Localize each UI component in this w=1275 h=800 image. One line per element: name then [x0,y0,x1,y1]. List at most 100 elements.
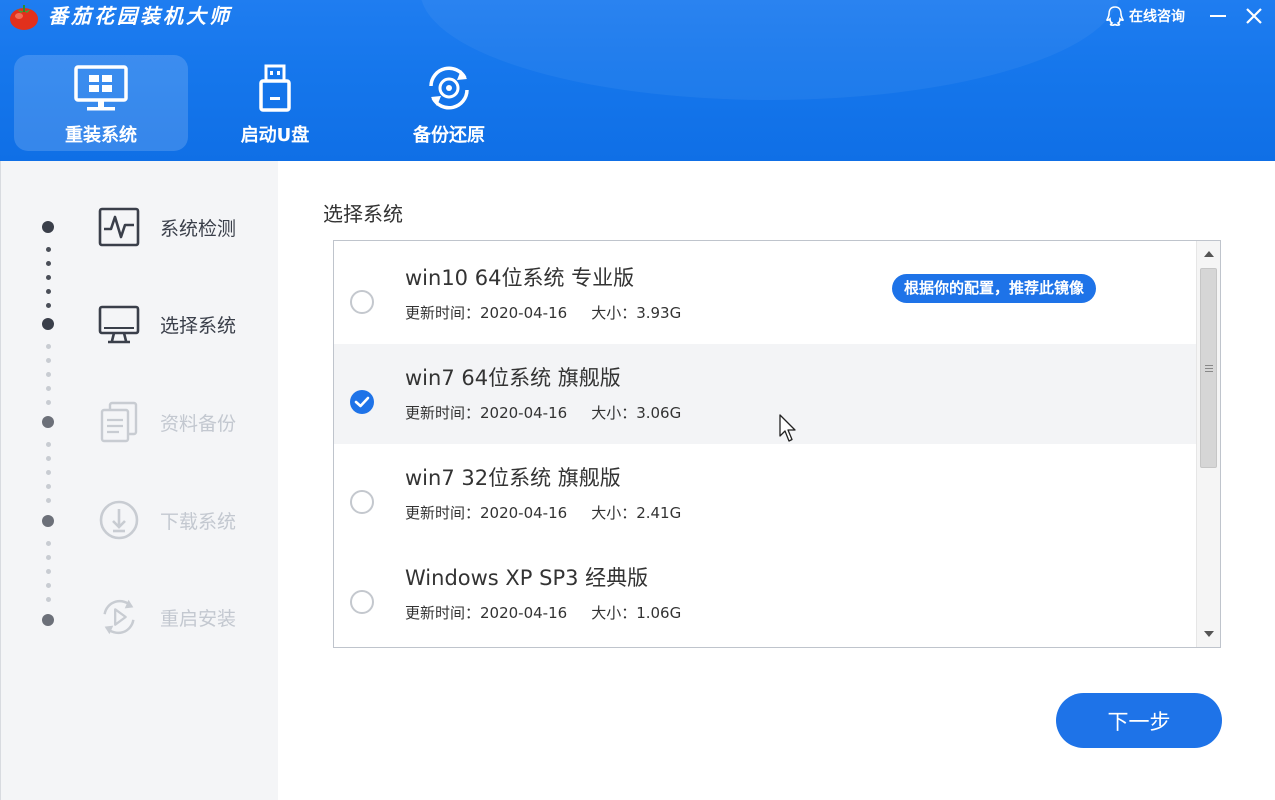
system-meta: 更新时间：2020-04-16 大小：3.06G [405,402,681,423]
system-meta: 更新时间：2020-04-16 大小：1.06G [405,602,681,623]
close-icon [1246,8,1262,24]
image-size: 大小：3.06G [591,404,682,422]
restart-icon [103,599,135,635]
timeline-dot [46,583,51,588]
timeline-dot [46,541,51,546]
step-data-backup: 资料备份 [97,397,236,447]
step-dot [42,614,54,626]
timeline-dot [46,484,51,489]
tomato-logo-icon [10,5,38,30]
image-size: 大小：1.06G [591,604,682,622]
window-controls: 在线咨询 [1105,0,1275,32]
scroll-up-button[interactable] [1197,243,1220,265]
thumb-grip [1205,365,1213,366]
timeline-dot [46,470,51,475]
pulse-monitor-icon [98,207,140,247]
tab-usb-boot[interactable]: 启动U盘 [188,55,362,151]
tab-reinstall-system[interactable]: 重装系统 [14,55,188,151]
system-item-winxp-sp3[interactable]: Windows XP SP3 经典版 更新时间：2020-04-16 大小：1.… [334,544,1196,644]
thumb-grip [1205,368,1213,369]
app-title: 番茄花园装机大师 [48,4,232,28]
timeline-dot [46,400,51,405]
section-title: 选择系统 [323,202,403,226]
radio-unchecked[interactable] [350,590,374,614]
timeline-dot [46,303,51,308]
next-step-button[interactable]: 下一步 [1056,693,1222,748]
monitor-icon [74,65,128,111]
timeline-dot [46,275,51,280]
step-restart-install: 重启安装 [97,592,236,642]
step-data-backup-label: 资料备份 [160,412,237,435]
steps-sidebar: 系统检测 选择系统 资料备份 下载系统 重启安装 [0,161,278,800]
recommended-badge: 根据你的配置，推荐此镜像 [892,274,1097,303]
timeline-dot [46,289,51,294]
qq-penguin-icon [1105,6,1125,27]
tab-backup-restore-label: 备份还原 [413,125,485,146]
radio-unchecked[interactable] [350,490,374,514]
title-bar: 番茄花园装机大师 在线咨询 重装系统 启动U盘 备份还原 [0,0,1275,161]
update-time: 更新时间：2020-04-16 [405,604,568,622]
arrow-down-icon [1204,631,1214,637]
list-scrollbar[interactable] [1196,241,1220,647]
update-time: 更新时间：2020-04-16 [405,504,568,522]
image-size: 大小：2.41G [591,504,682,522]
usb-drive-icon [259,64,291,112]
timeline-dot [46,344,51,349]
image-size: 大小：3.93G [591,304,682,322]
step-download-system-label: 下载系统 [160,510,237,533]
minimize-button[interactable] [1203,1,1233,31]
tab-reinstall-system-label: 重装系统 [65,125,137,146]
step-dot [42,515,54,527]
step-dot [42,416,54,428]
system-name: win10 64位系统 专业版 [405,266,635,290]
step-choose-system: 选择系统 [97,299,236,349]
step-dot [42,318,54,330]
checkmark-icon [354,396,370,408]
system-item-win7-64[interactable]: win7 64位系统 旗舰版 更新时间：2020-04-16 大小：3.06G [334,344,1196,444]
timeline-dot [46,247,51,252]
timeline-dot [46,261,51,266]
online-consult-label: 在线咨询 [1129,9,1185,25]
system-item-win10-64[interactable]: win10 64位系统 专业版 更新时间：2020-04-16 大小：3.93G… [334,244,1196,344]
timeline-dot [46,442,51,447]
documents-icon [100,401,138,443]
mouse-pointer-icon [779,414,796,442]
timeline-dot [46,456,51,461]
system-meta: 更新时间：2020-04-16 大小：3.93G [405,302,681,323]
timeline-dot [46,498,51,503]
online-consult-button[interactable]: 在线咨询 [1105,5,1185,27]
close-button[interactable] [1239,1,1269,31]
timeline-dot [46,555,51,560]
step-download-system: 下载系统 [97,495,236,545]
timeline-dot [46,569,51,574]
timeline-dot [46,386,51,391]
system-name: Windows XP SP3 经典版 [405,566,649,590]
step-choose-system-label: 选择系统 [160,314,237,337]
thumb-grip [1205,371,1213,372]
step-restart-install-label: 重启安装 [160,607,237,630]
radio-unchecked[interactable] [350,290,374,314]
system-list: win10 64位系统 专业版 更新时间：2020-04-16 大小：3.93G… [333,240,1221,648]
system-name: win7 64位系统 旗舰版 [405,366,621,390]
system-item-win7-32[interactable]: win7 32位系统 旗舰版 更新时间：2020-04-16 大小：2.41G [334,444,1196,544]
main-nav: 重装系统 启动U盘 备份还原 [14,55,536,151]
step-system-check-label: 系统检测 [160,217,237,240]
step-dot [42,221,54,233]
backup-restore-icon [429,66,469,110]
timeline-dot [46,597,51,602]
system-name: win7 32位系统 旗舰版 [405,466,621,490]
scroll-down-button[interactable] [1197,623,1220,645]
update-time: 更新时间：2020-04-16 [405,404,568,422]
update-time: 更新时间：2020-04-16 [405,304,568,322]
desktop-icon [98,305,140,344]
timeline-dot [46,358,51,363]
scroll-thumb[interactable] [1200,268,1217,468]
tab-usb-boot-label: 启动U盘 [240,125,310,146]
step-system-check: 系统检测 [97,202,236,252]
timeline-dot [46,372,51,377]
tab-backup-restore[interactable]: 备份还原 [362,55,536,151]
radio-checked[interactable] [350,390,374,414]
download-icon [99,500,139,540]
arrow-up-icon [1204,251,1214,257]
system-meta: 更新时间：2020-04-16 大小：2.41G [405,502,681,523]
